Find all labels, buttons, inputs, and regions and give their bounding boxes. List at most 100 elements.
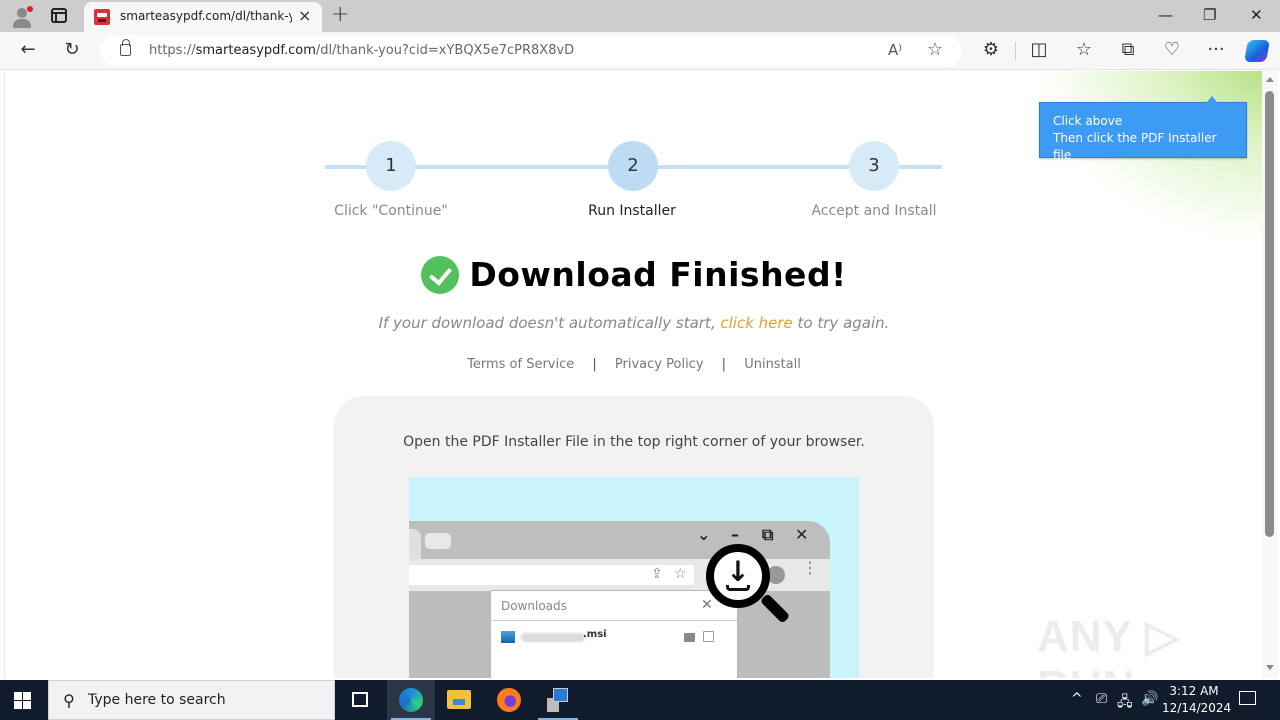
mock-installer-file-icon — [501, 631, 515, 643]
scroll-up-arrow-icon[interactable] — [1266, 77, 1274, 82]
url-host: smarteasypdf.com — [195, 43, 316, 58]
mock-star-icon: ☆ — [674, 566, 687, 582]
scroll-down-arrow-icon[interactable] — [1266, 665, 1274, 670]
taskbar-installer[interactable] — [534, 680, 582, 720]
mock-open-external-icon — [703, 631, 714, 642]
link-separator: | — [592, 357, 597, 372]
search-placeholder: Type here to search — [88, 692, 226, 708]
step-2-circle: 2 — [608, 141, 658, 191]
footer-links: Terms of Service | Privacy Policy | Unin… — [5, 357, 1262, 372]
instruction-card: Open the PDF Installer File in the top r… — [334, 396, 934, 678]
start-button[interactable] — [14, 692, 32, 710]
new-tab-button[interactable]: + — [331, 2, 349, 27]
tab-close-icon[interactable]: × — [298, 7, 311, 25]
mock-restore-icon: ⧉ — [762, 525, 774, 544]
address-bar[interactable]: https://smarteasypdf.com/dl/thank-you?ci… — [100, 35, 962, 67]
step-1-label: Click "Continue" — [334, 203, 448, 219]
retry-text-after: to try again. — [792, 314, 890, 332]
collections-icon[interactable]: ⧉ — [1117, 39, 1139, 61]
mock-minimize-icon: – — [731, 525, 739, 544]
file-explorer-icon — [447, 690, 471, 709]
browser-tab-active[interactable]: smarteasypdf.com/dl/thank-you × — [84, 2, 322, 32]
window-close-button[interactable]: ✕ — [1250, 6, 1263, 24]
taskbar-firefox[interactable] — [485, 680, 533, 720]
mock-downloads-panel: Downloads ✕ .msi — [490, 590, 738, 678]
step-1-circle: 1 — [366, 141, 416, 191]
installer-icon-screen — [553, 688, 568, 702]
mock-downloads-close-icon: ✕ — [701, 597, 713, 613]
mock-menu-icon: ⋮ — [802, 558, 818, 577]
tab-title: smarteasypdf.com/dl/thank-you — [120, 9, 292, 23]
network-icon[interactable]: 🖧 — [1117, 691, 1133, 715]
more-menu-icon[interactable]: ··· — [1205, 39, 1227, 61]
taskbar-file-explorer[interactable] — [435, 680, 483, 720]
windows-logo-pane — [14, 701, 22, 709]
restore-button[interactable]: ❐ — [1203, 6, 1216, 24]
mock-blurred-filename — [521, 633, 585, 642]
extensions-icon[interactable]: ⚙ — [980, 39, 1002, 61]
mock-close-icon: ✕ — [795, 525, 809, 544]
download-tray — [726, 585, 750, 591]
mock-downloads-title: Downloads — [501, 599, 567, 613]
mock-tab-edge — [409, 529, 421, 559]
firefox-icon — [497, 688, 521, 712]
mock-dropdown-icon: ⌄ — [697, 525, 711, 544]
read-aloud-icon[interactable]: A⁾ — [888, 41, 902, 59]
url-text[interactable]: https://smarteasypdf.com/dl/thank-you?ci… — [149, 43, 574, 58]
profile-avatar-icon[interactable] — [10, 5, 34, 29]
checkmark-icon — [421, 255, 460, 294]
profile-head — [17, 8, 27, 18]
anyrun-watermark: ANY ▷ RUN — [1037, 612, 1181, 678]
meet-now-icon[interactable]: ⎚ — [1096, 691, 1107, 707]
back-button[interactable]: ← — [17, 39, 39, 61]
windows-logo-pane — [23, 701, 31, 709]
mock-folder-icon — [684, 633, 695, 642]
minimize-button[interactable]: — — [1158, 6, 1173, 24]
browser-essentials-icon[interactable]: ♡ — [1161, 39, 1183, 61]
attention-glow — [1015, 71, 1262, 261]
download-hint-tooltip: Click above Then click the PDF Installer… — [1039, 96, 1247, 162]
show-hidden-icons-chevron[interactable]: ^ — [1071, 691, 1083, 707]
link-separator: | — [721, 357, 727, 372]
terms-of-service-link[interactable]: Terms of Service — [467, 357, 574, 372]
system-clock[interactable]: 3:12 AM 12/14/2024 — [1162, 683, 1231, 717]
instruction-text: Open the PDF Installer File in the top r… — [403, 434, 865, 450]
favorites-icon[interactable]: ☆ — [1073, 39, 1095, 61]
uninstall-link[interactable]: Uninstall — [744, 357, 801, 372]
privacy-policy-link[interactable]: Privacy Policy — [615, 357, 704, 372]
tab-actions-icon[interactable] — [51, 8, 67, 23]
page-scrollbar[interactable] — [1262, 71, 1278, 678]
retry-message: If your download doesn't automatically s… — [5, 314, 1262, 332]
split-screen-icon[interactable]: ◫ — [1028, 39, 1050, 61]
volume-icon[interactable]: 🔊 — [1141, 691, 1158, 707]
page-title: Download Finished! — [5, 255, 1262, 294]
copilot-icon[interactable] — [1244, 40, 1270, 62]
click-here-link[interactable]: click here — [720, 314, 792, 332]
windows-taskbar: ⚲ Type here to search ^ ⎚ 🖧 🔊 3:12 AM 12… — [0, 680, 1280, 720]
browser-illustration: ⌄ – ⧉ ✕ ⇪ ☆ ⋮ Downloads ✕ .msi ↓ — [409, 477, 859, 678]
step-3-label: Accept and Install — [811, 203, 937, 219]
mock-downloads-divider — [491, 620, 737, 621]
mock-tab — [425, 533, 451, 549]
browser-navbar: ← ↻ https://smarteasypdf.com/dl/thank-yo… — [0, 32, 1280, 70]
task-view-button[interactable] — [336, 680, 384, 720]
scrollbar-thumb[interactable] — [1265, 91, 1274, 537]
taskbar-edge[interactable] — [387, 680, 435, 720]
refresh-button[interactable]: ↻ — [61, 39, 83, 61]
magnifier-icon: ↓ — [706, 544, 770, 608]
windows-logo-pane — [23, 692, 31, 700]
browser-titlebar: smarteasypdf.com/dl/thank-you × + — ❐ ✕ — [0, 0, 1280, 32]
tooltip-line-1: Click above — [1053, 114, 1123, 128]
url-scheme: https:// — [149, 43, 196, 58]
action-center-icon[interactable] — [1239, 691, 1256, 705]
taskbar-search-box[interactable]: ⚲ Type here to search — [48, 680, 335, 720]
search-icon: ⚲ — [63, 691, 75, 710]
toolbar-divider — [1015, 42, 1016, 60]
tooltip-line-2: Then click the PDF Installer file — [1053, 131, 1217, 162]
step-3-circle: 3 — [849, 141, 899, 191]
add-favorite-icon[interactable]: ☆ — [927, 39, 943, 60]
windows-logo-pane — [14, 692, 22, 700]
profile-body — [13, 19, 31, 28]
lock-icon[interactable] — [120, 39, 131, 56]
step-2-label: Run Installer — [588, 203, 676, 219]
